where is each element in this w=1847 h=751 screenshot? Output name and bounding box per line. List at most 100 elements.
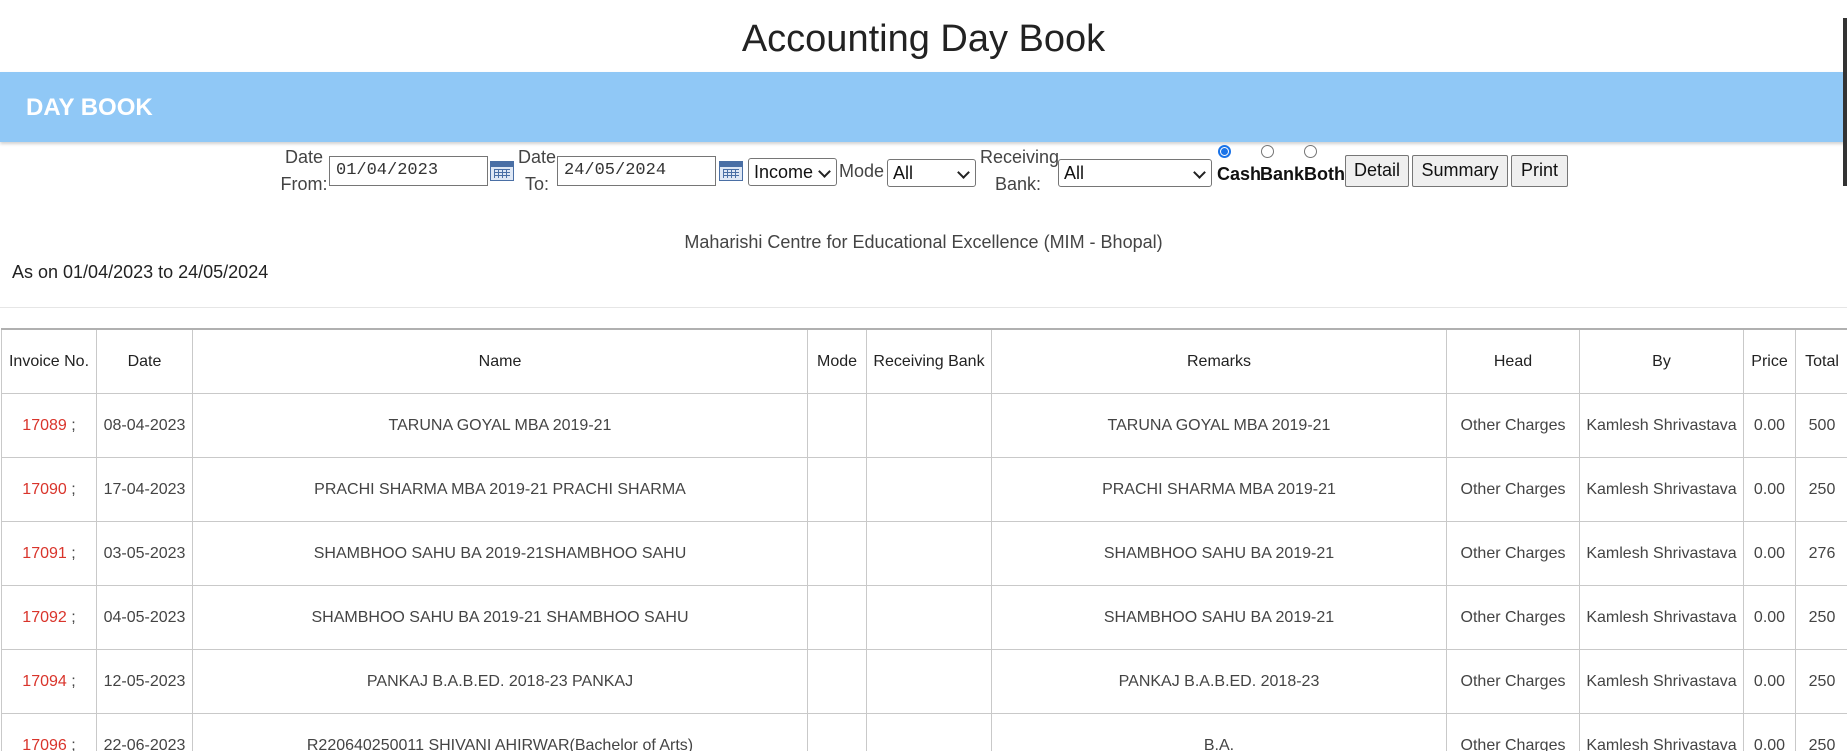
detail-button[interactable]: Detail <box>1345 155 1409 187</box>
date-to-label: Date To: <box>518 147 557 194</box>
name-cell: SHAMBHOO SAHU BA 2019-21SHAMBHOO SAHU <box>192 521 808 586</box>
total-cell: 250 <box>1795 713 1847 751</box>
invoice-separator: ; <box>66 673 76 690</box>
receiving-bank-cell <box>866 585 992 650</box>
name-cell: R220640250011 SHIVANI AHIRWAR(Bachelor o… <box>192 713 808 751</box>
summary-button[interactable]: Summary <box>1412 155 1508 187</box>
invoice-separator: ; <box>66 737 76 751</box>
price-cell: 0.00 <box>1743 457 1796 522</box>
date-cell: 17-04-2023 <box>96 457 193 522</box>
receiving-bank-select[interactable]: All <box>1058 159 1212 187</box>
head-cell: Other Charges <box>1446 585 1580 650</box>
table-row: 17092 ; 04-05-2023 SHAMBHOO SAHU BA 2019-2… <box>1 585 1847 650</box>
cash-radio[interactable] <box>1218 145 1231 158</box>
invoice-link[interactable]: 17092 <box>22 609 67 626</box>
by-cell: Kamlesh Shrivastava <box>1579 457 1744 522</box>
column-header-price[interactable]: Price <box>1743 328 1796 394</box>
mode-cell <box>807 649 867 714</box>
by-cell: Kamlesh Shrivastava <box>1579 393 1744 458</box>
invoice-link[interactable]: 17090 <box>22 481 67 498</box>
date-range-text: As on 01/04/2023 to 24/05/2024 <box>12 262 269 282</box>
invoice-cell: 17090 ; <box>1 457 97 522</box>
invoice-cell: 17096 ; <box>1 713 97 751</box>
invoice-cell: 17094 ; <box>1 649 97 714</box>
date-cell: 22-06-2023 <box>96 713 193 751</box>
invoice-link[interactable]: 17091 <box>22 545 67 562</box>
date-to-input[interactable]: 24/05/2024 <box>557 156 716 186</box>
invoice-link[interactable]: 17094 <box>22 673 67 690</box>
bank-radio[interactable] <box>1261 145 1274 158</box>
column-header-invoice[interactable]: Invoice No. <box>1 328 97 394</box>
filter-bar: Date From: 01/04/2023 Date To: 24/05/202… <box>0 144 1847 204</box>
invoice-separator: ; <box>66 417 76 434</box>
divider <box>0 307 1847 308</box>
bank-radio-label: Bank <box>1260 164 1305 184</box>
table-row: 17091 ; 03-05-2023 SHAMBHOO SAHU BA 2019-2… <box>1 521 1847 586</box>
by-cell: Kamlesh Shrivastava <box>1579 649 1744 714</box>
column-header-total[interactable]: Total <box>1795 328 1847 394</box>
date-cell: 08-04-2023 <box>96 393 193 458</box>
invoice-link[interactable]: 17089 <box>22 417 67 434</box>
column-header-remarks[interactable]: Remarks <box>991 328 1447 394</box>
total-cell: 250 <box>1795 649 1847 714</box>
price-cell: 0.00 <box>1743 713 1796 751</box>
date-cell: 04-05-2023 <box>96 585 193 650</box>
mode-label: Mode <box>839 161 885 181</box>
both-radio[interactable] <box>1304 145 1317 158</box>
date-cell: 12-05-2023 <box>96 649 193 714</box>
receiving-bank-cell <box>866 457 992 522</box>
head-cell: Other Charges <box>1446 393 1580 458</box>
column-header-by[interactable]: By <box>1579 328 1744 394</box>
mode-select[interactable]: All <box>887 159 976 187</box>
receiving-bank-cell <box>866 649 992 714</box>
page: Accounting Day Book DAY BOOK Date From: … <box>0 0 1847 751</box>
total-cell: 250 <box>1795 585 1847 650</box>
by-cell: Kamlesh Shrivastava <box>1579 521 1744 586</box>
head-cell: Other Charges <box>1446 713 1580 751</box>
table-row: 17090 ; 17-04-2023 PRACHI SHARMA MBA 2019-… <box>1 457 1847 522</box>
table-row: 17096 ; 22-06-2023 R220640250011 SHIVANI A… <box>1 713 1847 751</box>
invoice-cell: 17089 ; <box>1 393 97 458</box>
panel-title: DAY BOOK <box>26 94 153 121</box>
by-cell: Kamlesh Shrivastava <box>1579 585 1744 650</box>
remarks-cell: PRACHI SHARMA MBA 2019-21 <box>991 457 1447 522</box>
invoice-cell: 17092 ; <box>1 585 97 650</box>
name-cell: SHAMBHOO SAHU BA 2019-21 SHAMBHOO SAHU <box>192 585 808 650</box>
table-row: 17089 ; 08-04-2023 TARUNA GOYAL MBA 2019-2… <box>1 393 1847 458</box>
by-cell: Kamlesh Shrivastava <box>1579 713 1744 751</box>
calendar-icon[interactable] <box>490 161 514 181</box>
invoice-cell: 17091 ; <box>1 521 97 586</box>
invoice-link[interactable]: 17096 <box>22 737 67 751</box>
receiving-bank-label: Receiving Bank: <box>980 147 1060 194</box>
remarks-cell: TARUNA GOYAL MBA 2019-21 <box>991 393 1447 458</box>
column-header-mode[interactable]: Mode <box>807 328 867 394</box>
column-header-name[interactable]: Name <box>192 328 808 394</box>
calendar-icon[interactable] <box>719 161 743 181</box>
date-from-input[interactable]: 01/04/2023 <box>329 156 488 186</box>
price-cell: 0.00 <box>1743 393 1796 458</box>
column-header-head[interactable]: Head <box>1446 328 1580 394</box>
daybook-table: Invoice No. Date Name Mode Receiving Ban… <box>1 328 1847 751</box>
price-cell: 0.00 <box>1743 521 1796 586</box>
head-cell: Other Charges <box>1446 521 1580 586</box>
date-from-label: Date From: <box>280 147 328 194</box>
print-button[interactable]: Print <box>1511 155 1568 187</box>
remarks-cell: PANKAJ B.A.B.ED. 2018-23 <box>991 649 1447 714</box>
date-cell: 03-05-2023 <box>96 521 193 586</box>
receiving-bank-cell <box>866 521 992 586</box>
organization-name: Maharishi Centre for Educational Excelle… <box>684 232 1163 252</box>
column-header-date[interactable]: Date <box>96 328 193 394</box>
column-header-receiving-bank[interactable]: Receiving Bank <box>866 328 992 394</box>
invoice-separator: ; <box>66 481 76 498</box>
name-cell: TARUNA GOYAL MBA 2019-21 <box>192 393 808 458</box>
table-header-row: Invoice No. Date Name Mode Receiving Ban… <box>1 328 1847 394</box>
both-radio-label: Both <box>1304 164 1345 184</box>
type-select[interactable]: Income <box>748 158 837 186</box>
remarks-cell: SHAMBHOO SAHU BA 2019-21 <box>991 521 1447 586</box>
price-cell: 0.00 <box>1743 649 1796 714</box>
mode-cell <box>807 521 867 586</box>
mode-cell <box>807 585 867 650</box>
invoice-separator: ; <box>66 545 76 562</box>
head-cell: Other Charges <box>1446 649 1580 714</box>
page-title: Accounting Day Book <box>741 18 1106 60</box>
